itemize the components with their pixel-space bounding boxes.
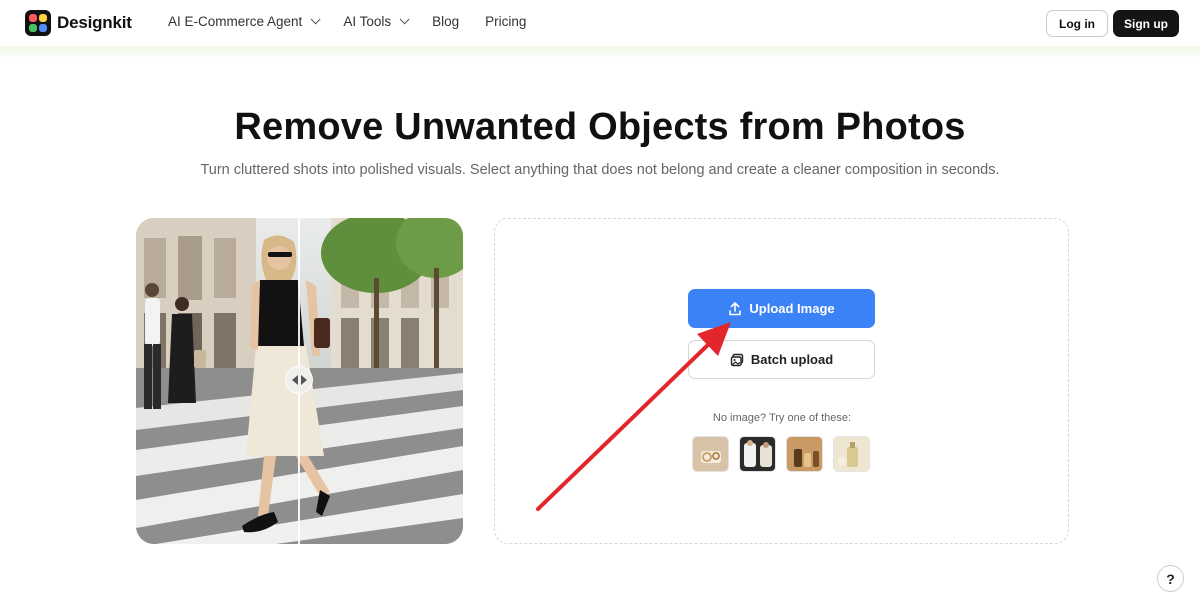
sample-fashion-image [740,437,775,471]
logo-mark-icon [25,10,51,36]
upload-icon [729,301,742,315]
nav-blog[interactable]: Blog [432,14,459,29]
login-button[interactable]: Log in [1046,10,1108,37]
upload-image-button[interactable]: Upload Image [688,289,875,328]
sample-perfume-thumbnail[interactable] [833,436,870,472]
top-navbar: Designkit AI E-Commerce Agent AI Tools B… [0,0,1200,46]
nav-ai-ecommerce-agent[interactable]: AI E-Commerce Agent [168,14,321,29]
upload-dropzone[interactable] [494,218,1069,544]
nav-label: Pricing [485,14,527,29]
batch-upload-button[interactable]: Batch upload [688,340,875,379]
batch-upload-label: Batch upload [750,352,834,367]
sample-images [692,436,870,472]
sample-jewelry-thumbnail[interactable] [692,436,729,472]
chevron-down-icon [310,14,321,25]
page-subtitle: Turn cluttered shots into polished visua… [200,162,1000,178]
sample-bottles-image [787,437,822,471]
arrow-left-icon [291,375,298,385]
sample-prompt-text: No image? Try one of these: [712,412,852,424]
arrow-right-icon [300,375,307,385]
signup-button[interactable]: Sign up [1113,10,1179,37]
batch-images-icon [730,353,744,366]
main-nav: AI E-Commerce Agent AI Tools Blog Pricin… [168,14,526,29]
help-button[interactable]: ? [1157,565,1184,592]
upload-image-label: Upload Image [749,301,835,316]
sample-fashion-thumbnail[interactable] [739,436,776,472]
nav-label: AI Tools [343,14,392,29]
chevron-down-icon [399,14,410,25]
header-divider-strip [0,46,1200,58]
nav-ai-tools[interactable]: AI Tools [343,14,410,29]
page-title: Remove Unwanted Objects from Photos [234,106,966,148]
sample-jewelry-image [693,437,728,471]
comparison-slider-handle[interactable] [285,366,313,394]
brand-logo[interactable]: Designkit [25,10,132,36]
nav-pricing[interactable]: Pricing [485,14,526,29]
sample-perfume-image [834,437,869,471]
nav-label: Blog [432,14,460,29]
nav-label: AI E-Commerce Agent [168,14,303,29]
brand-name: Designkit [57,13,132,32]
before-after-comparison[interactable] [136,218,463,544]
sample-bottles-thumbnail[interactable] [786,436,823,472]
